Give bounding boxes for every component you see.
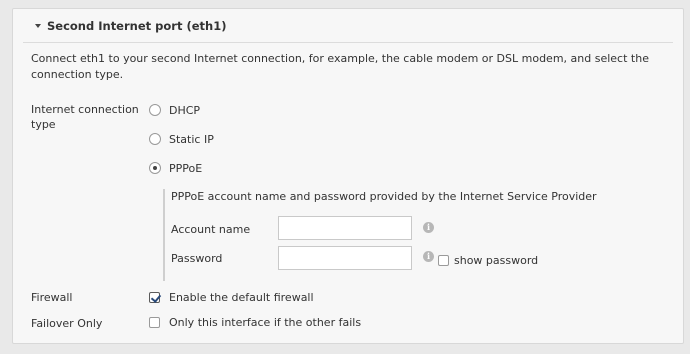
failover-option-label[interactable]: Only this interface if the other fails (169, 316, 361, 329)
collapse-caret-icon[interactable] (35, 24, 41, 28)
failover-label: Failover Only (31, 317, 103, 330)
firewall-label: Firewall (31, 291, 73, 304)
radio-static-ip-label[interactable]: Static IP (169, 133, 214, 146)
account-name-input[interactable] (278, 216, 412, 240)
account-name-label: Account name (171, 223, 251, 236)
show-password-label[interactable]: show password (454, 254, 538, 267)
password-info-icon[interactable]: i (423, 251, 434, 262)
header-divider (23, 42, 673, 43)
eth1-settings-panel: Second Internet port (eth1) Connect eth1… (12, 8, 684, 344)
connection-type-label: Internet connection type (31, 103, 139, 131)
pppoe-group-indicator (163, 189, 165, 281)
pppoe-description: PPPoE account name and password provided… (171, 190, 597, 203)
section-title: Second Internet port (eth1) (47, 19, 227, 33)
radio-pppoe[interactable] (149, 162, 161, 174)
intro-text: Connect eth1 to your second Internet con… (31, 52, 649, 81)
show-password-checkbox[interactable] (438, 255, 449, 266)
radio-static-ip[interactable] (149, 133, 161, 145)
radio-pppoe-label[interactable]: PPPoE (169, 162, 202, 175)
firewall-checkbox[interactable] (149, 292, 160, 303)
account-name-info-icon[interactable]: i (423, 222, 434, 233)
section-header[interactable]: Second Internet port (eth1) (35, 19, 226, 33)
password-label: Password (171, 252, 223, 265)
firewall-option-label[interactable]: Enable the default firewall (169, 291, 314, 304)
radio-dhcp-label[interactable]: DHCP (169, 104, 200, 117)
radio-dhcp[interactable] (149, 104, 161, 116)
password-input[interactable] (278, 246, 412, 270)
failover-checkbox[interactable] (149, 317, 160, 328)
